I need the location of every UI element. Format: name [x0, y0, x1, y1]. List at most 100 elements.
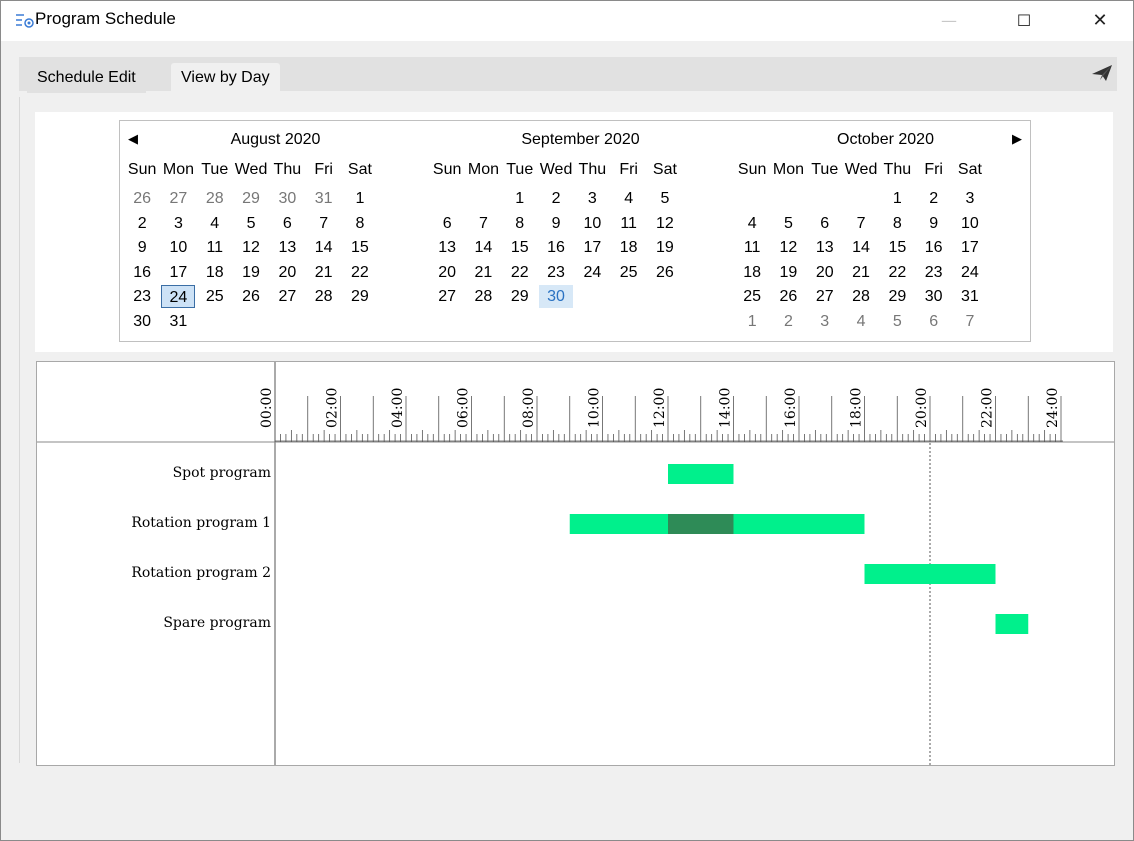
calendar-day[interactable]: 19 — [648, 236, 682, 259]
overlap-bar[interactable] — [668, 514, 734, 534]
calendar-day[interactable]: 28 — [198, 187, 232, 210]
calendar-day[interactable]: 5 — [234, 212, 268, 235]
calendar-day[interactable]: 1 — [880, 187, 914, 210]
calendar-day[interactable]: 3 — [808, 310, 842, 333]
calendar-day[interactable]: 27 — [270, 285, 304, 308]
calendar-day[interactable]: 29 — [880, 285, 914, 308]
calendar-day[interactable]: 9 — [539, 212, 573, 235]
program-bar[interactable] — [995, 614, 1029, 634]
calendar-day[interactable]: 23 — [917, 261, 951, 284]
calendar-day[interactable]: 2 — [771, 310, 805, 333]
calendar-day[interactable]: 21 — [844, 261, 878, 284]
program-bar[interactable] — [668, 464, 734, 484]
calendar-day[interactable]: 10 — [161, 236, 195, 259]
calendar-day[interactable]: 27 — [808, 285, 842, 308]
calendar-day[interactable]: 6 — [430, 212, 464, 235]
calendar-day[interactable]: 10 — [953, 212, 987, 235]
calendar-day[interactable]: 16 — [917, 236, 951, 259]
calendar-day[interactable]: 5 — [648, 187, 682, 210]
minimize-button[interactable]: — — [926, 1, 972, 39]
calendar-day[interactable]: 29 — [343, 285, 377, 308]
calendar-day[interactable]: 6 — [808, 212, 842, 235]
calendar-day[interactable]: 9 — [917, 212, 951, 235]
calendar-day[interactable]: 14 — [844, 236, 878, 259]
calendar-day[interactable]: 18 — [735, 261, 769, 284]
calendar-day[interactable]: 17 — [953, 236, 987, 259]
selected-day[interactable]: 24 — [161, 285, 196, 308]
calendar-day[interactable]: 4 — [844, 310, 878, 333]
calendar-day[interactable]: 2 — [125, 212, 159, 235]
calendar-day[interactable]: 28 — [844, 285, 878, 308]
calendar-day[interactable]: 19 — [771, 261, 805, 284]
calendar-day[interactable]: 11 — [735, 236, 769, 259]
calendar-day[interactable]: 5 — [771, 212, 805, 235]
calendar-day[interactable]: 10 — [575, 212, 609, 235]
calendar-day[interactable]: 26 — [234, 285, 268, 308]
calendar-day[interactable]: 3 — [161, 212, 195, 235]
calendar-day[interactable]: 20 — [430, 261, 464, 284]
calendar-day[interactable]: 19 — [234, 261, 268, 284]
calendar-day[interactable]: 17 — [575, 236, 609, 259]
calendar-day[interactable]: 8 — [503, 212, 537, 235]
calendar-day[interactable]: 9 — [125, 236, 159, 259]
calendar-day[interactable]: 21 — [307, 261, 341, 284]
calendar-day[interactable]: 28 — [307, 285, 341, 308]
calendar-day[interactable]: 29 — [234, 187, 268, 210]
calendar-day[interactable]: 28 — [466, 285, 500, 308]
calendar-day[interactable]: 26 — [771, 285, 805, 308]
calendar-day[interactable]: 11 — [198, 236, 232, 259]
calendar-day[interactable]: 4 — [735, 212, 769, 235]
close-button[interactable]: ✕ — [1077, 1, 1123, 39]
calendar-day[interactable]: 29 — [503, 285, 537, 308]
calendar-day[interactable]: 11 — [612, 212, 646, 235]
calendar-day[interactable]: 8 — [343, 212, 377, 235]
calendar-day[interactable]: 13 — [808, 236, 842, 259]
calendar-day[interactable]: 24 — [953, 261, 987, 284]
calendar-day[interactable]: 30 — [270, 187, 304, 210]
calendar-day[interactable]: 25 — [735, 285, 769, 308]
calendar-day[interactable]: 20 — [808, 261, 842, 284]
calendar-day[interactable]: 5 — [880, 310, 914, 333]
calendar-day[interactable]: 30 — [125, 310, 159, 333]
calendar-day[interactable]: 22 — [503, 261, 537, 284]
calendar-day[interactable]: 13 — [270, 236, 304, 259]
calendar-day[interactable]: 1 — [343, 187, 377, 210]
calendar-day[interactable]: 7 — [466, 212, 500, 235]
calendar-day[interactable]: 25 — [612, 261, 646, 284]
paper-plane-icon[interactable] — [1091, 63, 1113, 83]
calendar-day[interactable]: 15 — [880, 236, 914, 259]
calendar-day[interactable]: 23 — [125, 285, 159, 308]
calendar-day[interactable]: 12 — [771, 236, 805, 259]
calendar-day[interactable]: 18 — [612, 236, 646, 259]
calendar-day[interactable]: 31 — [307, 187, 341, 210]
calendar-day[interactable]: 17 — [161, 261, 195, 284]
calendar-day[interactable]: 16 — [539, 236, 573, 259]
calendar-day[interactable]: 7 — [307, 212, 341, 235]
today-day[interactable]: 30 — [539, 285, 574, 308]
calendar-day[interactable]: 2 — [917, 187, 951, 210]
calendar-day[interactable]: 26 — [648, 261, 682, 284]
calendar-day[interactable]: 23 — [539, 261, 573, 284]
calendar-day[interactable]: 21 — [466, 261, 500, 284]
calendar-day[interactable]: 14 — [307, 236, 341, 259]
calendar-day[interactable]: 6 — [917, 310, 951, 333]
calendar-day[interactable]: 15 — [343, 236, 377, 259]
calendar-day[interactable]: 3 — [953, 187, 987, 210]
calendar-day[interactable]: 13 — [430, 236, 464, 259]
calendar-day[interactable]: 3 — [575, 187, 609, 210]
calendar-day[interactable]: 27 — [430, 285, 464, 308]
maximize-button[interactable]: ☐ — [1001, 1, 1047, 39]
calendar-day[interactable]: 7 — [844, 212, 878, 235]
calendar-day[interactable]: 7 — [953, 310, 987, 333]
calendar-day[interactable]: 14 — [466, 236, 500, 259]
calendar-day[interactable]: 4 — [198, 212, 232, 235]
calendar-day[interactable]: 26 — [125, 187, 159, 210]
calendar-day[interactable]: 22 — [343, 261, 377, 284]
calendar-day[interactable]: 12 — [234, 236, 268, 259]
calendar-day[interactable]: 27 — [161, 187, 195, 210]
calendar-day[interactable]: 18 — [198, 261, 232, 284]
calendar-day[interactable]: 16 — [125, 261, 159, 284]
calendar-day[interactable]: 4 — [612, 187, 646, 210]
calendar-day[interactable]: 12 — [648, 212, 682, 235]
tab-schedule-edit[interactable]: Schedule Edit — [27, 63, 146, 93]
